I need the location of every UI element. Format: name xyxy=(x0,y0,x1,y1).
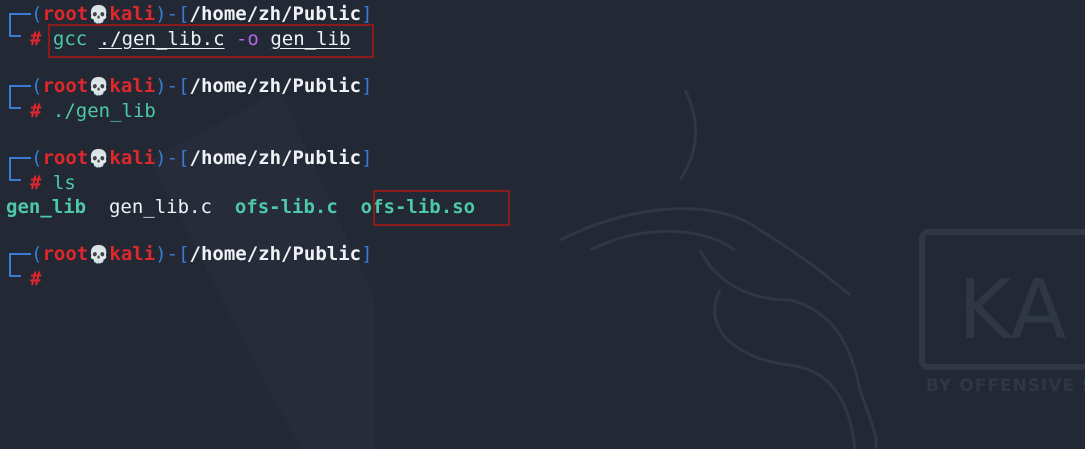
prompt-corner-top xyxy=(9,253,31,265)
prompt-line: (root💀kali)-[/home/zh/Public] xyxy=(31,75,373,97)
prompt-host: kali xyxy=(109,147,156,169)
command-line: # ls xyxy=(30,171,76,195)
prompt-host: kali xyxy=(109,75,156,97)
prompt-symbol: # xyxy=(30,172,42,194)
skull-icon: 💀 xyxy=(88,5,110,25)
terminal-window[interactable]: (root💀kali)-[/home/zh/Public] # gcc ./ge… xyxy=(0,0,1085,449)
prompt-user: root xyxy=(42,75,89,97)
prompt-symbol: # xyxy=(30,28,42,50)
prompt-symbol: # xyxy=(30,100,42,122)
prompt-line: (root💀kali)-[/home/zh/Public] xyxy=(31,147,373,169)
ls-entry-gen_lib: gen_lib xyxy=(6,196,87,218)
prompt-user: root xyxy=(42,147,89,169)
ls-entry-ofs-lib-c: ofs-lib.c xyxy=(234,196,338,218)
prompt-user: root xyxy=(42,243,89,265)
prompt-path: /home/zh/Public xyxy=(189,75,362,97)
prompt-symbol: # xyxy=(30,268,42,290)
prompt-corner-top xyxy=(9,157,31,169)
prompt-corner-top xyxy=(9,85,31,97)
prompt-path: /home/zh/Public xyxy=(189,3,362,25)
command-text: ls xyxy=(52,172,76,194)
prompt-host: kali xyxy=(109,3,156,25)
skull-icon: 💀 xyxy=(88,245,110,265)
command-text: ./gen_lib xyxy=(52,100,156,122)
prompt-corner-bottom xyxy=(9,169,21,181)
prompt-corner-bottom xyxy=(9,97,21,109)
ls-entry-gen_lib-c: gen_lib.c xyxy=(108,196,212,218)
prompt-line: (root💀kali)-[/home/zh/Public] xyxy=(31,243,373,265)
prompt-path: /home/zh/Public xyxy=(189,147,362,169)
prompt-corner-bottom xyxy=(9,25,21,37)
prompt-line: (root💀kali)-[/home/zh/Public] xyxy=(31,3,373,25)
highlight-box-gcc xyxy=(48,24,374,58)
prompt-host: kali xyxy=(109,243,156,265)
prompt-user: root xyxy=(42,3,89,25)
skull-icon: 💀 xyxy=(88,149,110,169)
prompt-corner-top xyxy=(9,13,31,25)
command-line-active[interactable]: # xyxy=(30,267,41,291)
prompt-corner-bottom xyxy=(9,265,21,277)
prompt-path: /home/zh/Public xyxy=(189,243,362,265)
highlight-box-ofs-lib-so xyxy=(373,190,510,226)
skull-icon: 💀 xyxy=(88,77,110,97)
command-line: # ./gen_lib xyxy=(30,99,156,123)
